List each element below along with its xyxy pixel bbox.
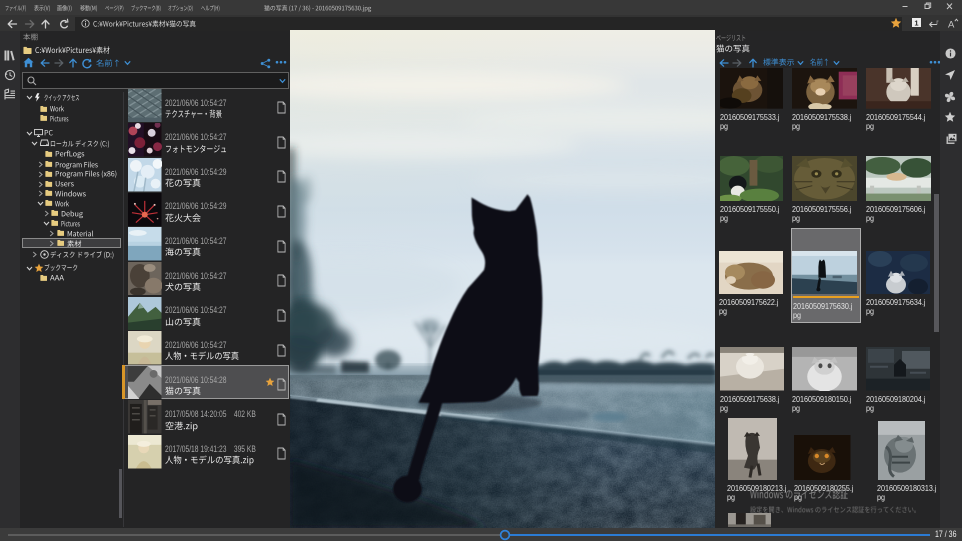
svg-text:1: 1	[914, 19, 918, 27]
svg-text:A: A	[948, 19, 955, 29]
